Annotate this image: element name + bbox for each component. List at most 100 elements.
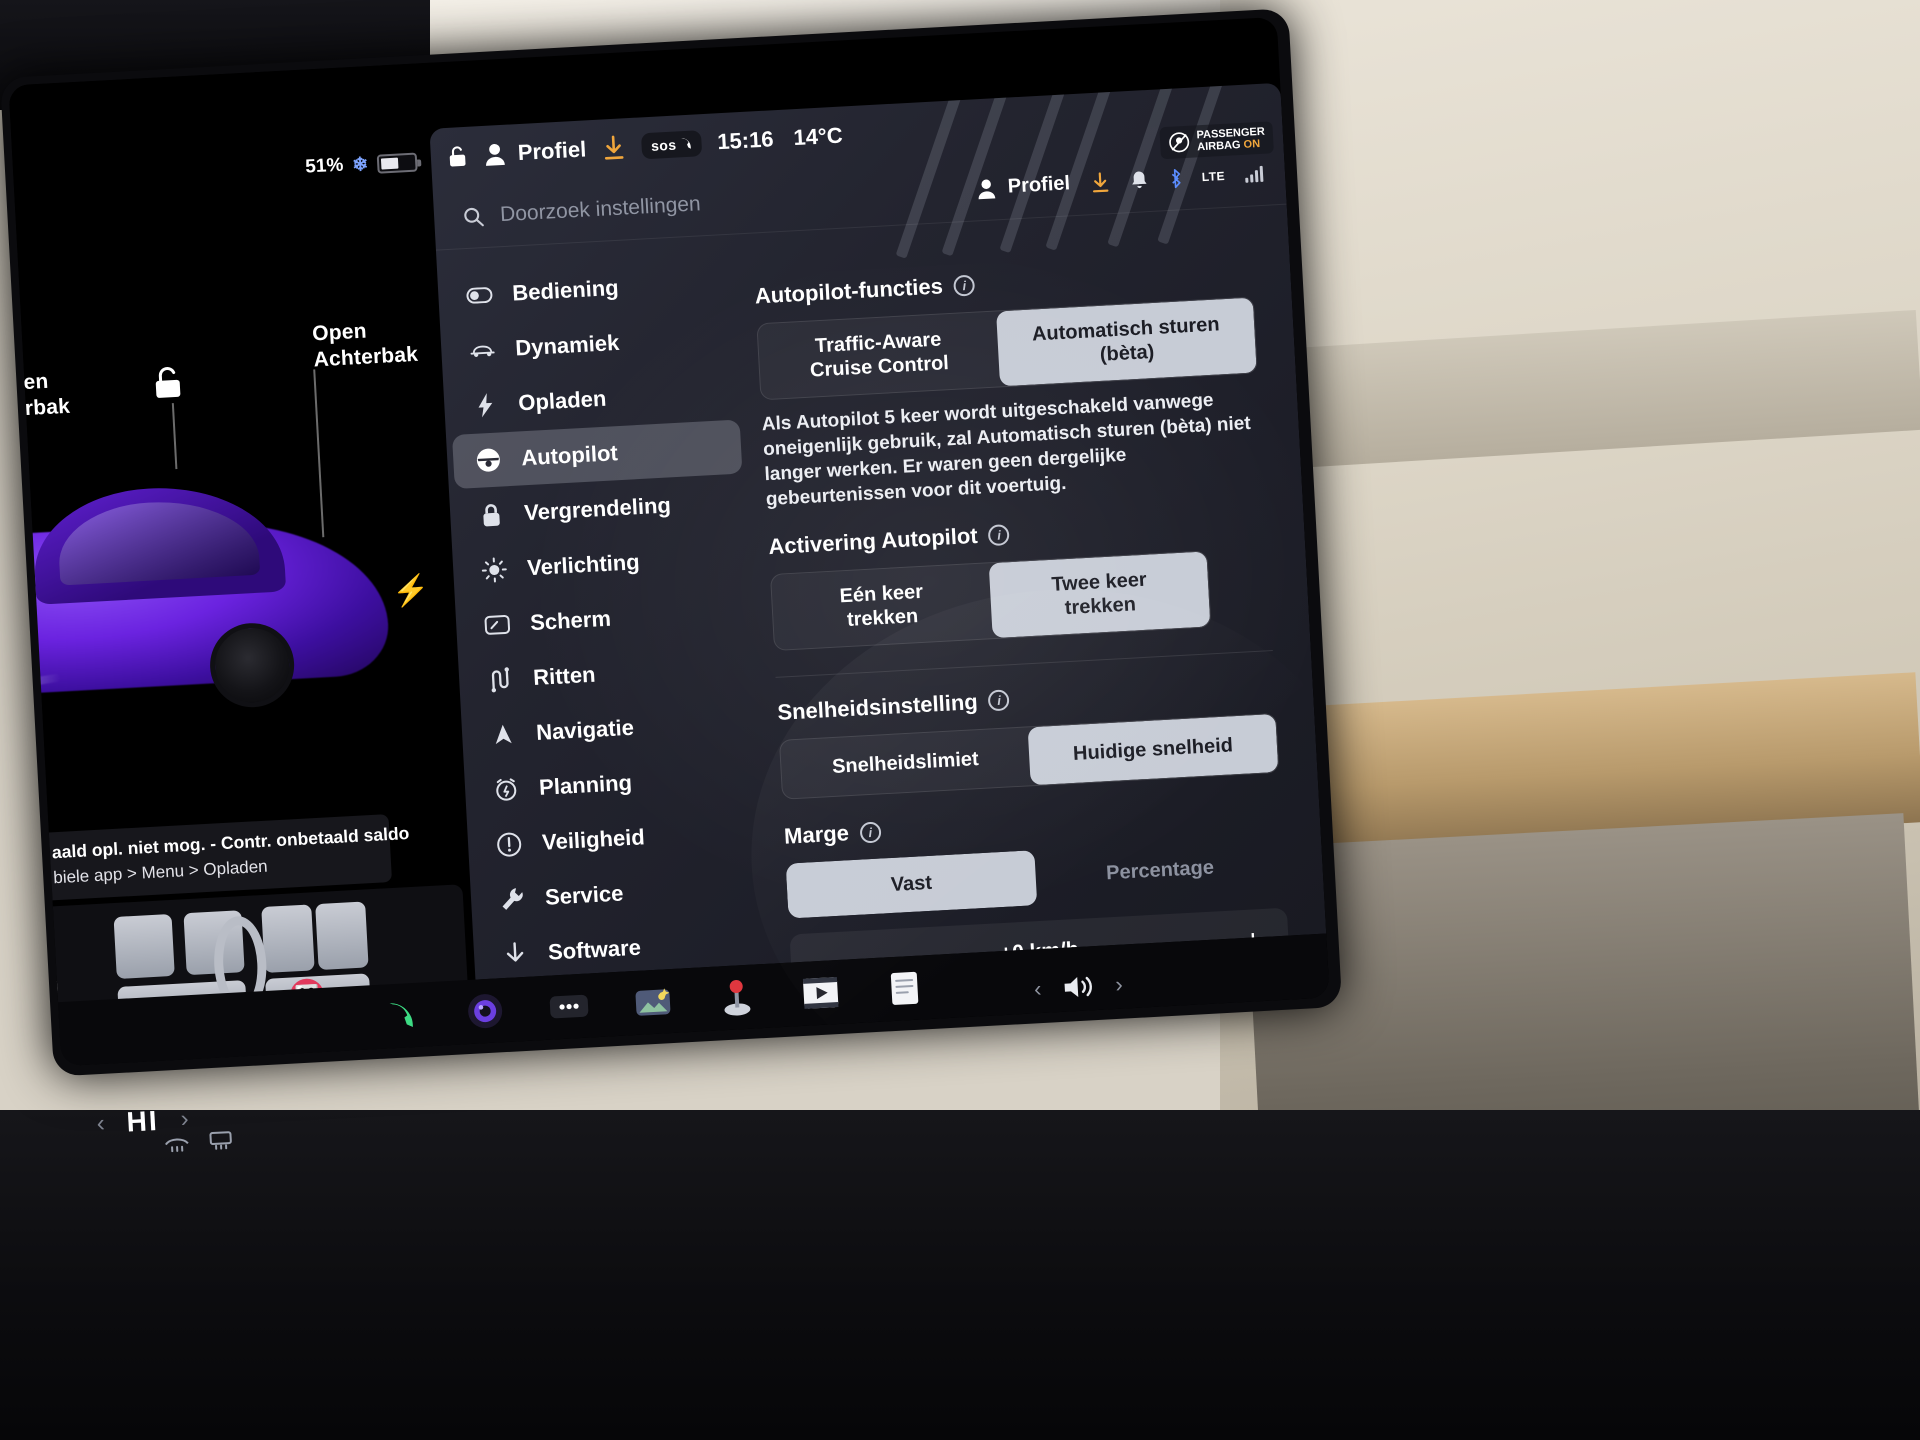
sun-icon — [481, 556, 508, 583]
wrench-icon — [498, 886, 525, 913]
sidebar-label: Navigatie — [535, 714, 635, 745]
sidebar-label: Ritten — [532, 661, 597, 691]
bell-icon[interactable] — [1129, 169, 1148, 192]
snowflake-icon: ❄ — [351, 153, 369, 176]
chevron-right-icon[interactable]: › — [1115, 972, 1124, 998]
seat-front-left[interactable] — [113, 913, 175, 979]
seat-rear-left[interactable] — [261, 904, 315, 973]
center-touchscreen[interactable]: 51% ❄ pen orbak Open Achterbak ⚡ aald op… — [0, 8, 1353, 1153]
exclamation-circle-icon — [496, 831, 523, 858]
sos-label: sos — [650, 136, 677, 154]
search-icon[interactable] — [462, 205, 485, 228]
info-icon[interactable]: i — [859, 821, 882, 844]
defrost-buttons[interactable] — [163, 1129, 234, 1153]
more-dots-icon[interactable] — [546, 983, 592, 1029]
sidebar-label: Opladen — [517, 385, 607, 416]
phone-icon[interactable] — [378, 993, 424, 1039]
joystick-icon[interactable] — [714, 974, 760, 1020]
lock-icon — [478, 501, 505, 528]
person-icon — [486, 143, 505, 166]
seat-rear-middle[interactable] — [315, 901, 369, 971]
steering-wheel-icon — [475, 446, 502, 473]
sidebar-label: Dynamiek — [514, 329, 620, 361]
toggle-icon — [466, 282, 493, 309]
volume-control[interactable]: ‹ › — [1033, 971, 1123, 1004]
signal-strength-icon — [1245, 165, 1264, 183]
sidebar-label: Veiligheid — [541, 824, 646, 855]
sidebar-label: Software — [547, 934, 642, 965]
search-input[interactable]: Doorzoek instellingen — [499, 177, 977, 227]
profile-button-secondary[interactable]: Profiel — [976, 172, 1071, 200]
bluetooth-icon[interactable] — [1167, 167, 1182, 190]
front-defrost-icon[interactable] — [163, 1131, 190, 1153]
segment-snelheidslimiet[interactable]: Snelheidslimiet — [780, 727, 1031, 799]
notes-icon[interactable] — [881, 965, 927, 1011]
settings-overlay[interactable]: Profiel sos 15:16 14°C PASSENGER AIRBAG … — [429, 82, 1327, 980]
download-icon[interactable] — [601, 134, 626, 161]
speed-setting-segmented[interactable]: Snelheidslimiet Huidige snelheid — [778, 712, 1280, 801]
chevron-left-icon[interactable]: ‹ — [1033, 976, 1042, 1002]
screen-surface[interactable]: 51% ❄ pen orbak Open Achterbak ⚡ aald op… — [8, 16, 1330, 1067]
photos-icon[interactable] — [630, 979, 676, 1025]
sidebar-label: Service — [544, 880, 624, 910]
sos-button[interactable]: sos — [641, 130, 703, 160]
info-icon[interactable]: i — [988, 689, 1011, 712]
display-icon — [484, 611, 511, 638]
unlock-icon[interactable] — [446, 144, 468, 169]
segment-automatisch-sturen[interactable]: Automatisch sturen (bèta) — [996, 297, 1257, 387]
car-icon — [469, 337, 496, 364]
top-right-icon-group[interactable]: Profiel LTE — [976, 162, 1264, 200]
clock-label: 15:16 — [716, 126, 775, 155]
charging-alert-banner[interactable]: aald opl. niet mog. - Contr. onbetaald s… — [38, 814, 410, 901]
trunk-label-right: Open Achterbak — [311, 319, 419, 372]
profile-label: Profiel — [517, 136, 587, 166]
navigation-arrow-icon — [490, 721, 517, 748]
info-icon[interactable]: i — [953, 274, 976, 297]
settings-sidebar[interactable]: Bediening Dynamiek Opladen Autopilot Ver… — [443, 245, 770, 980]
info-icon[interactable]: i — [988, 523, 1011, 546]
sidebar-label: Scherm — [529, 605, 612, 636]
speaker-icon[interactable] — [1061, 972, 1096, 1002]
rear-defrost-icon[interactable] — [207, 1129, 234, 1150]
charge-port-bolt-icon[interactable]: ⚡ — [391, 574, 430, 609]
unlock-icon[interactable] — [152, 365, 184, 401]
download-arrow-icon — [501, 941, 528, 968]
margin-segmented[interactable]: Vast Percentage — [785, 837, 1286, 919]
video-player-icon[interactable] — [798, 970, 844, 1016]
download-icon[interactable] — [1089, 171, 1110, 194]
battery-icon — [376, 152, 418, 174]
segment-traffic-aware-cruise-control[interactable]: Traffic-Aware Cruise Control — [757, 311, 1000, 399]
phone-icon — [681, 138, 691, 149]
section-divider — [775, 649, 1273, 678]
chevron-left-icon[interactable]: ‹ — [96, 1110, 106, 1138]
segment-twee-keer-trekken[interactable]: Twee keer trekken — [988, 551, 1211, 639]
alarm-clock-icon — [493, 776, 520, 803]
dashboard-bottom — [0, 1110, 1920, 1440]
temperature-setpoint[interactable]: HI — [126, 1105, 160, 1139]
person-icon — [979, 179, 996, 199]
segment-vast[interactable]: Vast — [785, 850, 1038, 919]
outside-temperature-label: 14°C — [792, 122, 844, 151]
photo-scene: 51% ❄ pen orbak Open Achterbak ⚡ aald op… — [0, 0, 1920, 1440]
sidebar-label: Planning — [538, 769, 633, 800]
chevron-right-icon[interactable]: › — [180, 1105, 190, 1133]
profile-button[interactable]: Profiel — [483, 136, 587, 168]
leader-line-left — [171, 403, 178, 470]
route-icon — [487, 666, 514, 693]
battery-percent-label: 51% — [304, 154, 344, 178]
segment-huidige-snelheid[interactable]: Huidige snelheid — [1027, 713, 1279, 786]
settings-content[interactable]: Autopilot-functies i Traffic-Aware Cruis… — [736, 215, 1314, 980]
section-title: Snelheidsinstelling — [776, 688, 979, 725]
network-type-label: LTE — [1201, 168, 1226, 184]
section-title: Activering Autopilot — [767, 522, 979, 560]
sidebar-label: Vergrendeling — [523, 492, 672, 526]
car-3d-model[interactable] — [8, 463, 445, 791]
autopilot-features-segmented[interactable]: Traffic-Aware Cruise Control Automatisch… — [756, 296, 1258, 401]
car-visualization-pane[interactable]: 51% ❄ pen orbak Open Achterbak ⚡ aald op… — [8, 62, 488, 1067]
camera-lens-icon[interactable] — [462, 988, 508, 1034]
sidebar-label: Verlichting — [526, 549, 641, 581]
sidebar-label: Bediening — [511, 274, 620, 306]
segment-een-keer-trekken[interactable]: Eén keer trekken — [771, 563, 993, 649]
segment-percentage[interactable]: Percentage — [1034, 837, 1286, 905]
autopilot-activation-segmented[interactable]: Eén keer trekken Twee keer trekken — [769, 550, 1212, 651]
